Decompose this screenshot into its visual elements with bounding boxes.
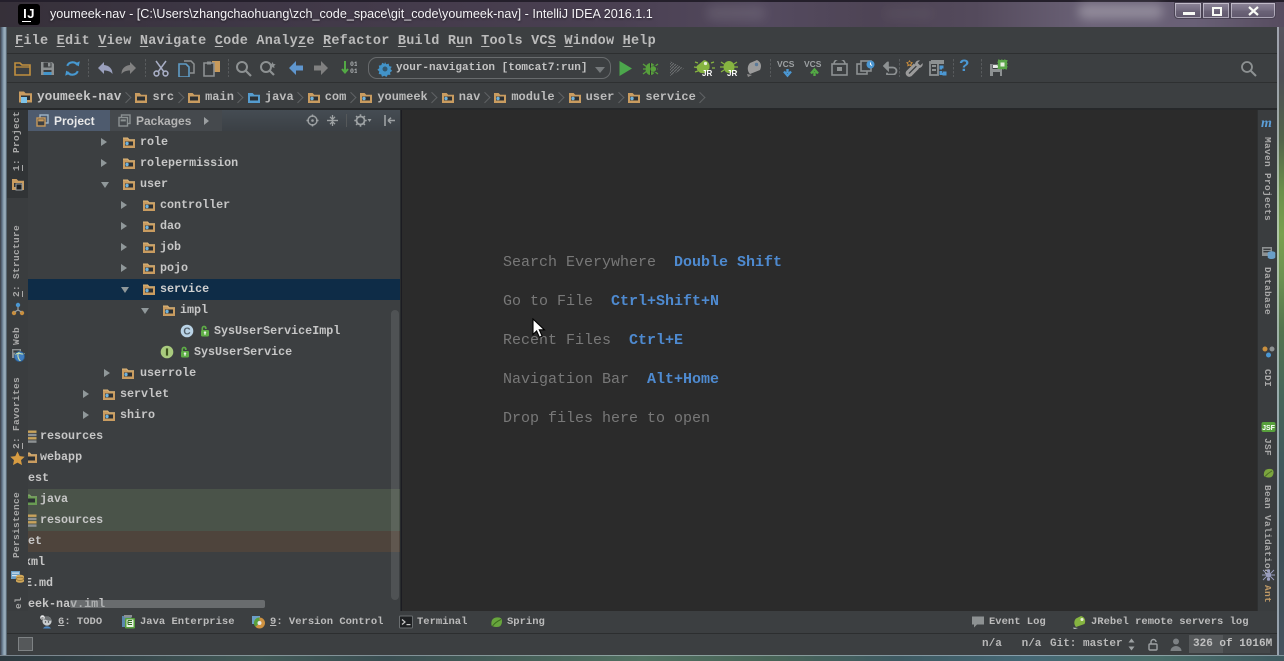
- svg-text:JR: JR: [702, 69, 712, 78]
- svg-text:C: C: [183, 327, 190, 338]
- svg-text:JR: JR: [727, 69, 737, 78]
- svg-text:JSF: JSF: [1262, 425, 1276, 432]
- svg-text:VCS: VCS: [804, 59, 822, 69]
- svg-text:01: 01: [350, 68, 357, 75]
- svg-text:01: 01: [350, 61, 357, 68]
- svg-text:VCS: VCS: [777, 59, 795, 69]
